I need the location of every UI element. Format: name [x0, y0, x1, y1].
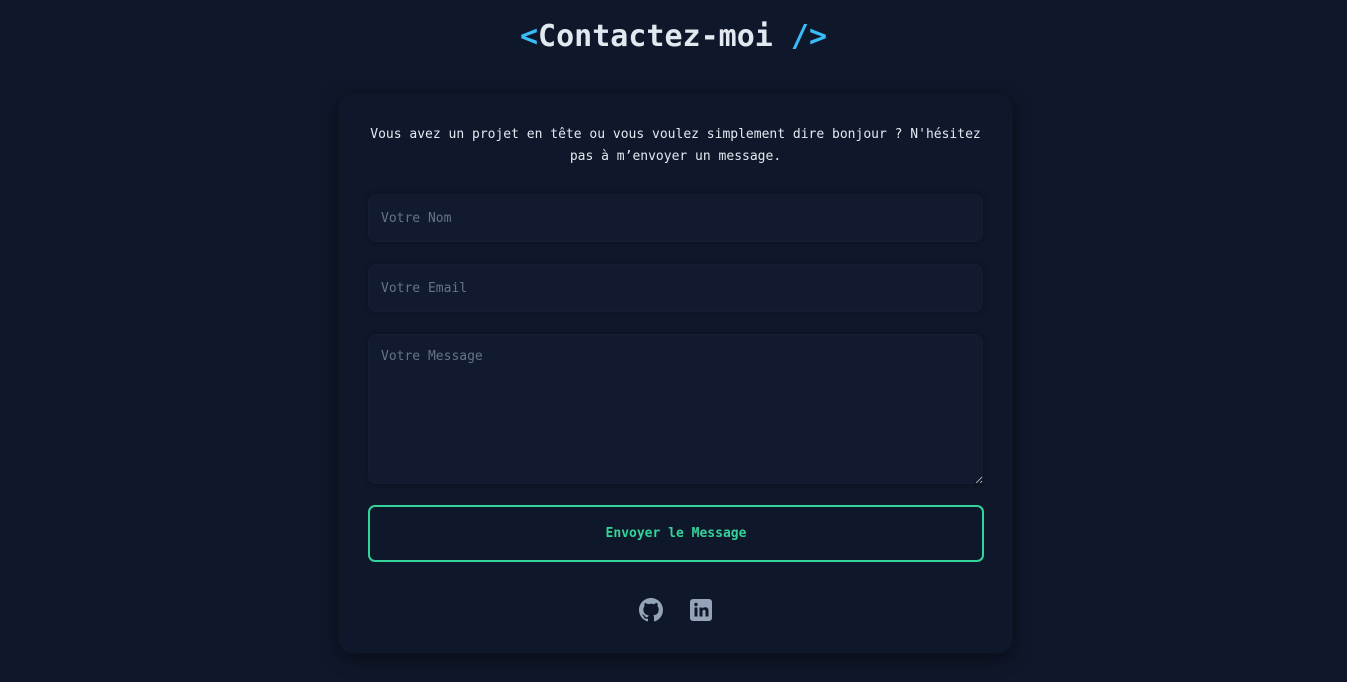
send-message-button[interactable]: Envoyer le Message — [368, 505, 984, 562]
contact-intro: Vous avez un projet en tête ou vous voul… — [370, 127, 981, 164]
contact-page: <Contactez-moi /> Vous avez un projet en… — [0, 0, 1347, 682]
message-textarea[interactable] — [368, 334, 983, 484]
title-text: Contactez-moi — [538, 19, 773, 54]
page-title: <Contactez-moi /> — [0, 18, 1347, 56]
github-link[interactable] — [638, 598, 663, 622]
contact-card: Vous avez un projet en tête ou vous voul… — [339, 95, 1012, 653]
name-input[interactable] — [368, 194, 983, 242]
title-close-bracket: /> — [790, 19, 828, 54]
github-icon — [638, 598, 663, 622]
social-links — [339, 598, 1012, 622]
linkedin-icon — [689, 599, 712, 621]
email-input[interactable] — [368, 264, 983, 312]
title-open-bracket: < — [519, 19, 539, 54]
linkedin-link[interactable] — [689, 598, 713, 622]
